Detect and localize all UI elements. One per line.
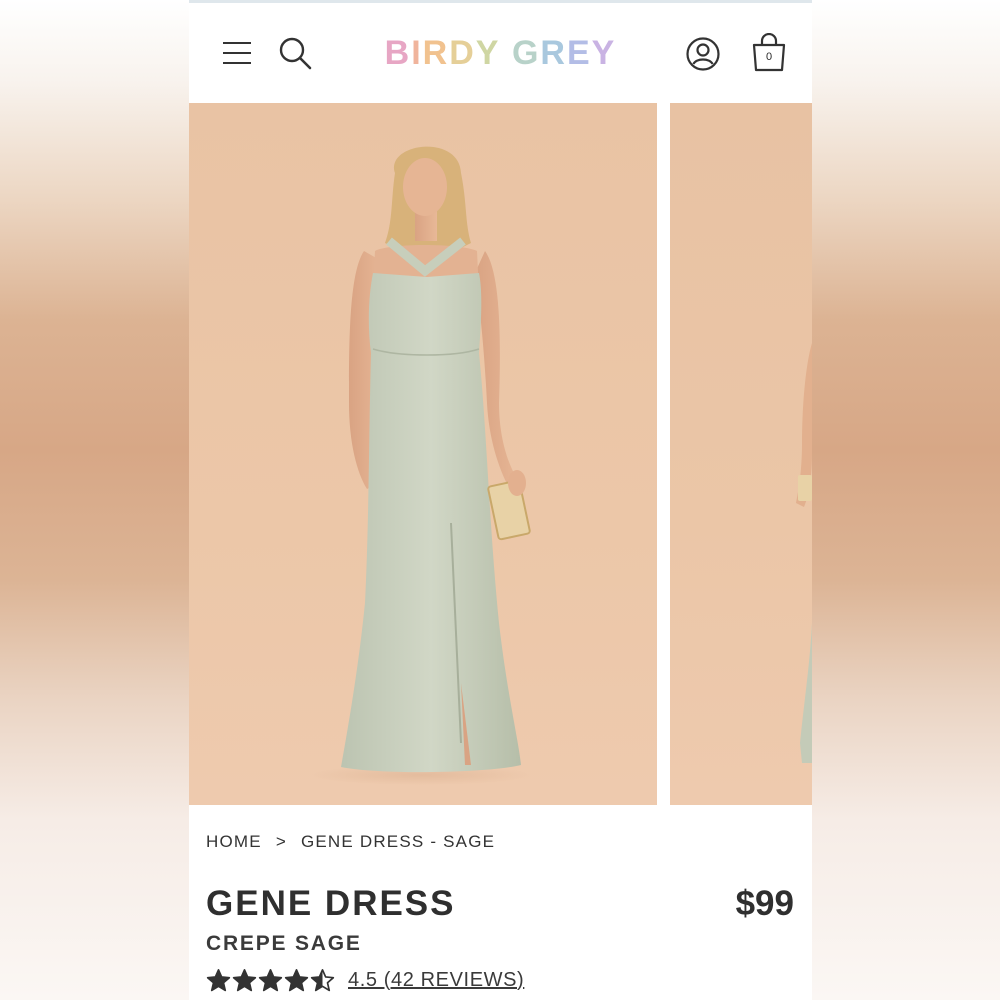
hamburger-menu-icon (223, 42, 251, 64)
logo-letter: E (566, 33, 592, 72)
logo-letter: G (511, 33, 541, 72)
product-rating: 4.5 (42 REVIEWS) (206, 965, 524, 995)
breadcrumb: HOME > GENE DRESS - SAGE (206, 830, 495, 854)
product-photo-next[interactable] (670, 103, 812, 805)
product-image-carousel[interactable] (189, 103, 812, 805)
breadcrumb-separator: > (275, 832, 287, 851)
product-price: $99 (735, 884, 794, 923)
site-header: BIRDY GREY 0 (189, 3, 812, 103)
model-in-sage-dress-illustration (311, 146, 531, 785)
breadcrumb-current: GENE DRESS - SAGE (300, 832, 496, 851)
menu-button[interactable] (219, 35, 255, 71)
star-full-icon (284, 968, 309, 991)
logo-letter: R (540, 33, 567, 72)
breadcrumb-home-link[interactable]: HOME (206, 832, 262, 852)
cart-count-badge: 0 (765, 51, 773, 63)
account-button[interactable] (683, 34, 723, 74)
search-button[interactable] (275, 33, 315, 73)
product-title: GENE DRESS (206, 884, 456, 923)
product-photo-main[interactable] (189, 103, 657, 805)
star-full-icon (232, 968, 257, 991)
logo-letter: D (449, 33, 476, 72)
rating-stars (206, 968, 336, 993)
star-full-icon (258, 968, 283, 991)
mobile-page: BIRDY GREY 0 HOME > GENE DRESS - SAGE GE… (189, 0, 812, 1000)
logo-letter: I (411, 33, 423, 72)
logo-letter: Y (475, 33, 501, 72)
logo-letter: R (422, 33, 450, 72)
search-icon (279, 37, 312, 70)
logo-letter: Y (591, 33, 617, 72)
user-account-icon (686, 37, 720, 71)
model-partial-illustration (796, 343, 812, 763)
brand-logo[interactable]: BIRDY GREY (369, 33, 632, 73)
logo-letter: B (384, 33, 412, 72)
star-half-icon (310, 968, 335, 991)
star-full-icon (206, 968, 231, 991)
logo-space (500, 34, 511, 73)
product-variant: CREPE SAGE (206, 932, 362, 955)
cart-button[interactable]: 0 (747, 31, 791, 75)
reviews-link[interactable]: 4.5 (42 REVIEWS) (348, 969, 524, 992)
